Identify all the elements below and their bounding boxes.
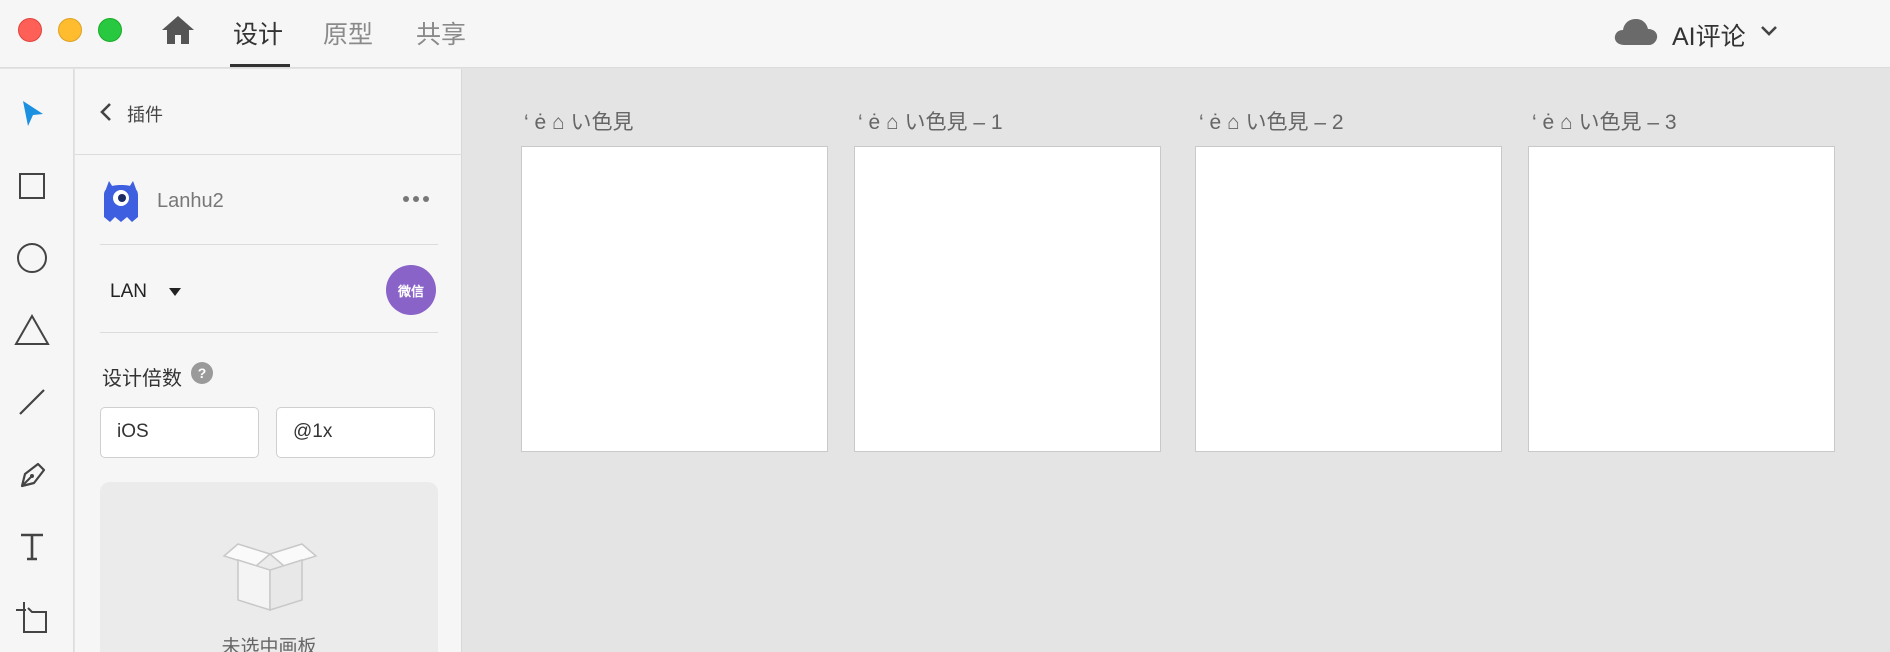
artboard[interactable] [521, 146, 828, 452]
window-minimize-button[interactable] [58, 18, 82, 42]
tab-share[interactable]: 共享 [416, 15, 466, 51]
text-tool[interactable] [14, 528, 50, 564]
artboard-label[interactable]: ‘ ė ⌂ い色見 – 2 [1199, 106, 1344, 136]
triangle-icon [14, 313, 50, 345]
artboard-label[interactable]: ‘ ė ⌂ い色見 – 1 [858, 106, 1003, 136]
ai-review-menu[interactable]: AI评论 [1672, 17, 1746, 53]
chevron-left-icon[interactable] [99, 102, 113, 122]
multiplier-select[interactable]: @1x [276, 407, 435, 458]
platform-select[interactable]: iOS [100, 407, 259, 458]
artboard-label[interactable]: ‘ ė ⌂ い色見 [524, 106, 634, 136]
window-maximize-button[interactable] [98, 18, 122, 42]
title-bar: 设计 原型 共享 AI评论 [0, 0, 1890, 68]
active-tab-indicator [230, 64, 290, 67]
ellipse-icon [17, 243, 47, 273]
help-icon[interactable]: ? [191, 362, 213, 384]
empty-box-icon [222, 543, 318, 612]
artboard[interactable] [1195, 146, 1502, 452]
caret-down-icon[interactable] [168, 287, 182, 297]
select-tool[interactable] [14, 96, 50, 132]
line-icon [19, 389, 45, 415]
window-close-button[interactable] [18, 18, 42, 42]
design-scale-label: 设计倍数 [102, 368, 182, 390]
tab-design[interactable]: 设计 [233, 15, 283, 51]
more-options-icon[interactable] [402, 193, 430, 205]
home-icon[interactable] [160, 12, 196, 48]
rectangle-tool[interactable] [14, 168, 50, 204]
empty-state-card: 未选中画板 [100, 482, 438, 652]
tab-prototype[interactable]: 原型 [323, 15, 373, 51]
artboard-label[interactable]: ‘ ė ⌂ い色見 – 3 [1532, 106, 1677, 136]
pen-icon [20, 462, 46, 488]
team-row: LAN 微信 [100, 245, 438, 333]
empty-state-text: 未选中画板 [221, 637, 317, 652]
text-icon [21, 533, 43, 561]
line-tool[interactable] [14, 384, 50, 420]
team-selector[interactable]: LAN [110, 281, 147, 303]
cloud-icon[interactable] [1614, 16, 1658, 46]
artboard-tool[interactable] [14, 600, 50, 636]
triangle-tool[interactable] [14, 312, 50, 348]
wechat-avatar-badge[interactable]: 微信 [386, 265, 436, 315]
lanhu-mascot-icon [104, 181, 138, 222]
artboard[interactable] [1528, 146, 1835, 452]
plugin-panel: 插件 Lanhu2 LAN 微信 设计倍数 ? iOS @1x 未选中画板 [75, 69, 462, 652]
ellipse-tool[interactable] [14, 240, 50, 276]
rectangle-icon [19, 173, 45, 199]
pointer-icon [23, 101, 43, 126]
pen-tool[interactable] [14, 456, 50, 492]
artboard-icon [16, 602, 47, 633]
plugin-name: Lanhu2 [157, 190, 224, 212]
plugins-back-link[interactable]: 插件 [127, 101, 163, 127]
artboard[interactable] [854, 146, 1161, 452]
panel-header: 插件 [75, 69, 462, 155]
tool-bar [0, 69, 74, 652]
plugin-header: Lanhu2 [100, 155, 438, 245]
chevron-down-icon[interactable] [1760, 24, 1778, 38]
